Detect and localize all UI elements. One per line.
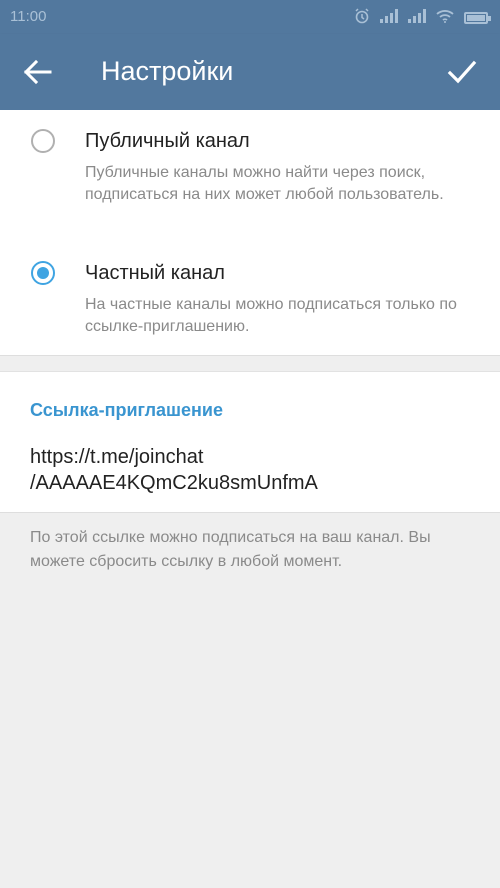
alarm-icon bbox=[354, 8, 370, 27]
status-icons bbox=[354, 8, 491, 27]
invite-link-url[interactable]: https://t.me/joinchat /AAAAAE4KQmC2ku8sm… bbox=[30, 444, 470, 496]
checkmark-icon bbox=[447, 60, 477, 84]
public-radio[interactable] bbox=[31, 129, 55, 153]
option-public-channel[interactable]: Публичный канал Публичные каналы можно н… bbox=[0, 110, 500, 230]
private-description: На частные каналы можно подписаться толь… bbox=[85, 296, 457, 335]
public-title: Публичный канал bbox=[85, 130, 250, 152]
page-title: Настройки bbox=[101, 56, 234, 86]
private-radio[interactable] bbox=[31, 261, 55, 285]
wifi-icon bbox=[436, 9, 454, 26]
invite-link-section: Ссылка-приглашение https://t.me/joinchat… bbox=[0, 371, 500, 513]
invite-link-footnote: По этой ссылке можно подписаться на ваш … bbox=[30, 529, 431, 570]
status-bar: 11:00 bbox=[0, 0, 500, 34]
signal-icon bbox=[380, 9, 398, 26]
private-title: Частный канал bbox=[85, 262, 225, 284]
status-time: 11:00 bbox=[10, 8, 47, 25]
option-private-channel[interactable]: Частный канал На частные каналы можно по… bbox=[0, 240, 500, 350]
invite-link-header: Ссылка-приглашение bbox=[30, 400, 223, 420]
arrow-left-icon bbox=[23, 59, 52, 85]
public-description: Публичные каналы можно найти через поиск… bbox=[85, 164, 444, 203]
channel-type-section: Публичный канал Публичные каналы можно н… bbox=[0, 110, 500, 356]
battery-icon bbox=[464, 11, 491, 24]
done-button[interactable] bbox=[444, 54, 480, 90]
back-button[interactable] bbox=[20, 56, 56, 88]
app-bar: Настройки bbox=[0, 34, 500, 110]
signal-icon bbox=[408, 9, 426, 26]
